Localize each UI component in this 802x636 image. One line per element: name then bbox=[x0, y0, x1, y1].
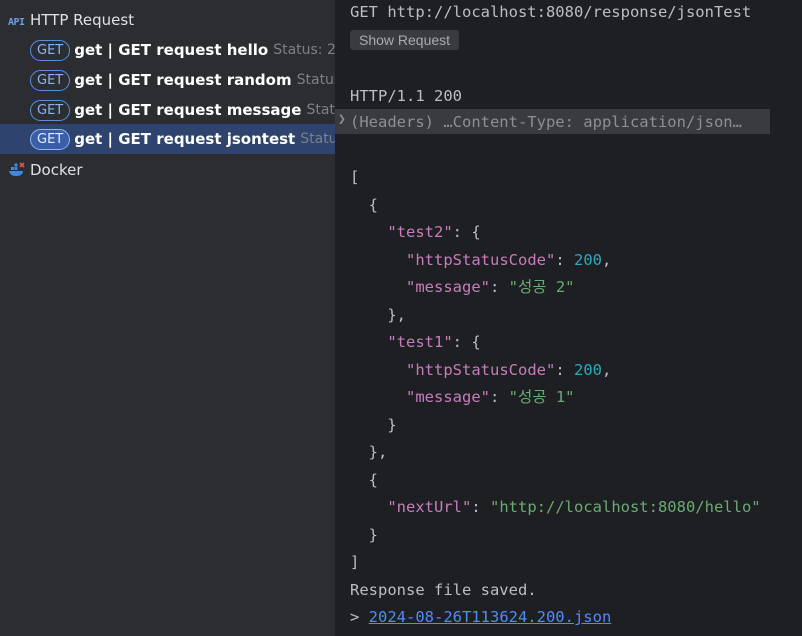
json-open-object: { bbox=[350, 196, 378, 214]
json-close: } bbox=[350, 416, 397, 434]
json-key: "httpStatusCode" bbox=[406, 251, 556, 269]
json-string: "성공 1" bbox=[508, 388, 575, 406]
request-status: Status: 200 bbox=[296, 72, 335, 88]
request-item-message[interactable]: GET get | GET request message Status: 20… bbox=[0, 95, 335, 125]
request-item-jsontest[interactable]: GET get | GET request jsontest Status: 2… bbox=[0, 124, 335, 154]
get-method-badge: GET bbox=[30, 99, 71, 121]
request-line: GET http://localhost:8080/response/jsonT… bbox=[350, 3, 752, 21]
status-line: HTTP/1.1 200 bbox=[350, 87, 462, 105]
request-status: Status: 200 bbox=[300, 131, 335, 147]
json-key: "message" bbox=[406, 388, 490, 406]
docker-label: Docker bbox=[30, 161, 83, 179]
json-line-message: "message": "성공 2" bbox=[406, 278, 575, 296]
json-key: "test2" bbox=[387, 223, 453, 241]
json-open-array: [ bbox=[350, 168, 360, 186]
request-label: get | GET request jsontest bbox=[74, 130, 296, 148]
show-request-button[interactable]: Show Request bbox=[350, 30, 460, 50]
json-number: 200 bbox=[573, 361, 602, 379]
request-label: get | GET request message bbox=[74, 101, 302, 119]
json-string: "성공 2" bbox=[508, 278, 575, 296]
headers-summary: (Headers) …Content-Type: application/jso… bbox=[350, 113, 742, 131]
request-item-hello[interactable]: GET get | GET request hello Status: 200 bbox=[0, 35, 335, 65]
json-line-nexturl: "nextUrl": "http://localhost:8080/hello" bbox=[387, 498, 761, 516]
root-label: HTTP Request bbox=[30, 11, 135, 29]
json-key: "test1" bbox=[387, 333, 453, 351]
api-icon: API bbox=[8, 17, 25, 28]
json-line-test2: "test2": { bbox=[387, 223, 481, 241]
request-tree: API HTTP Request GET get | GET request h… bbox=[0, 0, 335, 636]
request-label: get | GET request random bbox=[74, 71, 292, 89]
json-close: } bbox=[350, 526, 378, 544]
tree-item-docker[interactable]: Docker bbox=[0, 155, 335, 185]
json-line-test1: "test1": { bbox=[387, 333, 481, 351]
request-status: Status: 200 bbox=[273, 42, 335, 58]
request-item-random[interactable]: GET get | GET request random Status: 200 bbox=[0, 65, 335, 95]
request-status: Status: 200 bbox=[306, 102, 335, 118]
json-key: "nextUrl" bbox=[387, 498, 472, 516]
request-label: get | GET request hello bbox=[74, 41, 269, 59]
json-close: }, bbox=[350, 306, 406, 324]
saved-message: Response file saved. bbox=[350, 581, 537, 599]
json-close: }, bbox=[350, 443, 388, 461]
json-number: 200 bbox=[573, 251, 602, 269]
chevron-right-icon[interactable]: ❯ bbox=[338, 112, 346, 127]
json-string: "http://localhost:8080/hello" bbox=[490, 498, 761, 516]
json-close-array: ] bbox=[350, 553, 360, 571]
file-prefix: > bbox=[350, 608, 369, 626]
json-key: "message" bbox=[406, 278, 490, 296]
json-line-status: "httpStatusCode": 200, bbox=[406, 251, 612, 269]
json-key: "httpStatusCode" bbox=[406, 361, 556, 379]
get-method-badge: GET bbox=[30, 69, 71, 91]
get-method-badge: GET bbox=[30, 128, 71, 150]
json-line-message: "message": "성공 1" bbox=[406, 388, 575, 406]
get-method-badge: GET bbox=[30, 39, 71, 61]
saved-file-line: > 2024-08-26T113624.200.json bbox=[350, 605, 611, 629]
docker-icon bbox=[9, 162, 25, 176]
response-file-link[interactable]: 2024-08-26T113624.200.json bbox=[369, 608, 612, 626]
tree-root-http-request[interactable]: API HTTP Request bbox=[0, 5, 335, 35]
json-line-status: "httpStatusCode": 200, bbox=[406, 361, 612, 379]
response-viewer: GET http://localhost:8080/response/jsonT… bbox=[335, 0, 802, 636]
json-open-object: { bbox=[350, 471, 378, 489]
